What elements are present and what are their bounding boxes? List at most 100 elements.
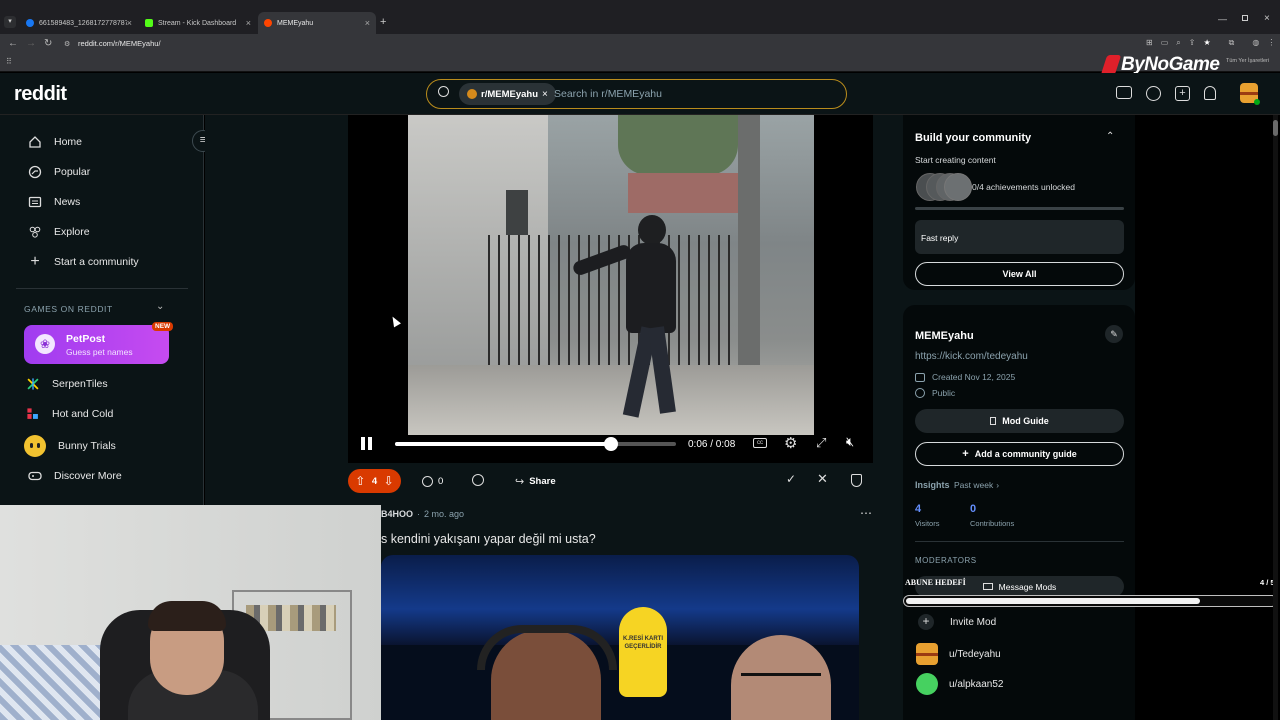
fullscreen-icon[interactable]: ⤢ [816,435,826,451]
sidebar-game-serpentiles[interactable]: SerpenTiles [26,377,108,391]
red-building [628,173,738,213]
sidebar-game-hot-and-cold[interactable]: Hot and Cold [26,407,113,421]
comments-button[interactable]: 0 [416,469,449,493]
extensions-icon[interactable]: ⧉ [1229,38,1235,48]
bunny-trials-icon [24,435,46,457]
close-window-icon[interactable]: × [1264,13,1270,24]
upvote-icon[interactable]: ⇧ [355,474,365,488]
sidebar-item-home[interactable]: Home [28,135,82,149]
invite-mod-row[interactable]: + Invite Mod [918,614,996,630]
video-frame[interactable] [408,115,814,435]
minimize-icon[interactable]: — [1218,14,1227,24]
award-icon[interactable] [472,474,484,486]
bynogame-logo-icon [1100,55,1122,75]
moderator-name: u/alpkaan52 [949,678,1004,690]
insights-period-link[interactable]: Past week › [954,480,999,490]
community-link[interactable]: https://kick.com/tedeyahu [915,351,1028,362]
sign-text: K.RESİ KARTI GEÇERLİDİR [623,636,664,650]
tab-label: Stream - Kick Dashboard [158,19,237,27]
search-community-chip[interactable]: r/MEMEyahu × [459,83,556,105]
sidebar-item-discover-more[interactable]: Discover More [28,469,122,483]
remove-chip-icon[interactable]: × [542,89,548,100]
profile-icon[interactable]: ◍ [1252,38,1259,48]
plus-icon: + [962,448,969,460]
browser-tab-bar: ▾ 661589483_1268172778787213... × Stream… [0,0,1280,34]
page-scrollbar[interactable] [1273,115,1278,720]
achievements-text[interactable]: 0/4 achievements unlocked [972,182,1075,192]
chat-icon[interactable] [1146,86,1161,101]
menu-icon[interactable]: ⋮ [1267,38,1275,48]
cast-icon[interactable]: ▭ [1161,38,1169,48]
sidebar-game-bunny-trials[interactable]: Bunny Trials [24,435,116,457]
search-input[interactable]: Search in r/MEMEyahu [554,88,662,100]
pause-icon [361,437,365,450]
advertise-icon[interactable] [1116,86,1132,99]
pause-button[interactable] [361,437,373,450]
sidebar-item-label: Bunny Trials [58,440,116,452]
created-row: Created Nov 12, 2025 [915,372,1015,382]
achievement-badge-icon [944,173,972,201]
view-all-button[interactable]: View All [915,262,1124,286]
avatar [916,643,938,665]
collapse-card-icon[interactable]: ⌃ [1106,131,1114,142]
subscriber-goal-track [903,595,1278,607]
sidebar-item-news[interactable]: News [28,195,80,209]
petpost-card[interactable]: ❀ PetPost Guess pet names [24,325,169,364]
moderators-heading: MODERATORS [915,556,977,565]
restore-icon[interactable] [1242,15,1248,21]
reddit-logo[interactable]: reddit [14,83,67,106]
mod-guide-label: Mod Guide [1002,416,1049,426]
captions-icon[interactable]: cc [753,438,767,448]
hot-and-cold-icon [27,408,38,419]
new-tab-icon[interactable]: + [380,16,386,28]
sidebar-item-popular[interactable]: Popular [28,165,90,179]
post-overflow-icon[interactable]: ⋯ [860,506,872,520]
sidebar-item-start-community[interactable]: + Start a community [28,253,138,270]
edit-pencil-icon[interactable]: ✎ [1105,325,1123,343]
share-label: Share [529,475,556,487]
games-heading[interactable]: GAMES ON REDDIT [24,304,113,314]
mod-shield-icon[interactable] [851,474,862,487]
add-community-guide-button[interactable]: + Add a community guide [915,442,1124,466]
contributions-label: Contributions [970,519,1015,528]
share-button[interactable]: ↪ Share [509,469,562,493]
close-tab-icon[interactable]: × [127,18,132,28]
browser-tab-2[interactable]: Stream - Kick Dashboard × [139,12,257,34]
post2-media[interactable]: K.RESİ KARTI GEÇERLİDİR [381,555,859,720]
browser-tab-3[interactable]: MEMEyahu × [258,12,376,34]
settings-gear-icon[interactable]: ⚙ [784,434,797,452]
post-title[interactable]: s kendini yakışanı yapar değil mi usta? [381,532,596,546]
bookmark-star-icon[interactable]: ★ [1203,38,1210,48]
apps-grid-icon[interactable]: ⠿ [6,57,12,66]
back-icon[interactable]: ← [8,38,18,49]
url-field[interactable]: reddit.com/r/MEMEyahu/ [78,39,161,48]
header-actions: + [1116,86,1216,101]
remove-icon[interactable]: ✕ [817,471,828,487]
approve-icon[interactable]: ✓ [786,472,796,486]
mod-guide-button[interactable]: Mod Guide [915,409,1124,433]
message-mods-label: Message Mods [998,581,1057,592]
all-bookmarks-label[interactable]: Tüm Yer İşaretleri [1226,58,1269,64]
sidebar-item-explore[interactable]: Explore [28,225,90,239]
chevron-down-icon[interactable]: ⌄ [156,301,164,312]
create-post-icon[interactable]: + [1175,86,1190,101]
translate-icon[interactable]: ⊞ [1146,38,1153,48]
tab-list-icon[interactable]: ▾ [4,16,16,28]
zoom-icon[interactable]: ⌕ [1176,38,1180,48]
site-info-icon[interactable]: ⚙ [64,40,70,48]
moderator-row[interactable]: u/Tedeyahu [916,643,1001,665]
downvote-icon[interactable]: ⇩ [384,474,394,488]
share-page-icon[interactable]: ⇪ [1189,38,1196,48]
post-author[interactable]: B4HOO [381,509,413,519]
browser-tab-1[interactable]: 661589483_1268172778787213... × [20,12,138,34]
moderator-row[interactable]: u/alpkaan52 [916,673,1004,695]
video-seek-track[interactable] [395,437,676,451]
forward-icon[interactable]: → [26,38,36,49]
close-tab-icon[interactable]: × [246,18,251,28]
scrollbar-thumb[interactable] [1273,120,1278,136]
mute-icon[interactable]: 🔇︎ [846,434,854,450]
notifications-icon[interactable] [1204,86,1216,100]
fast-reply-card[interactable]: Fast reply [915,220,1124,254]
close-tab-icon[interactable]: × [365,18,370,28]
reload-icon[interactable]: ↻ [44,38,52,49]
